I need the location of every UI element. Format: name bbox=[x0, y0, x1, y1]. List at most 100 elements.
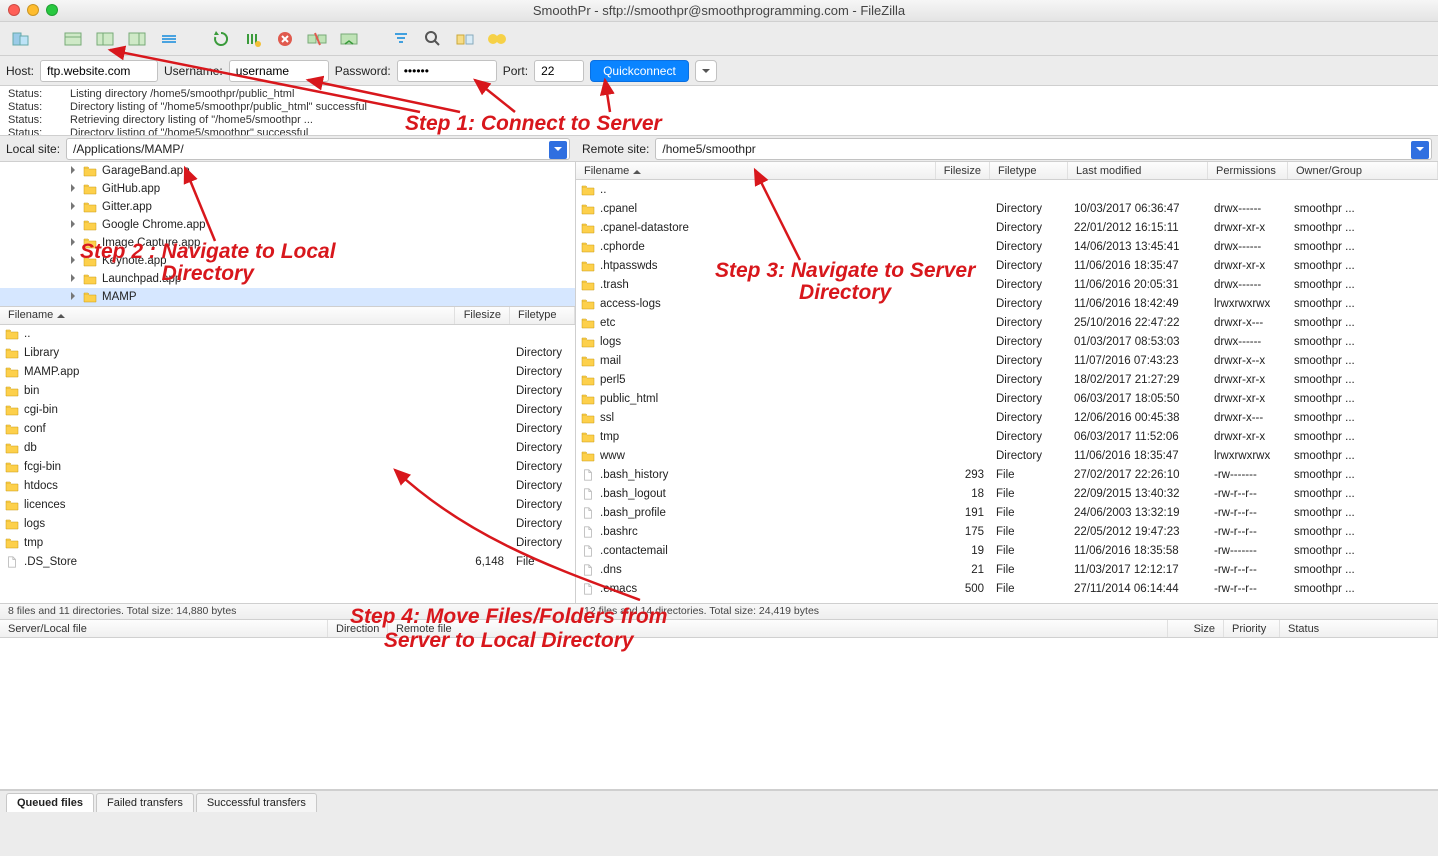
toggle-local-tree-icon[interactable] bbox=[92, 27, 118, 51]
file-row[interactable]: htdocs Directory bbox=[0, 477, 575, 496]
file-row[interactable]: etc Directory 25/10/2016 22:47:22 drwxr-… bbox=[576, 313, 1438, 332]
col-size[interactable]: Size bbox=[1168, 620, 1224, 637]
file-row[interactable]: logs Directory bbox=[0, 515, 575, 534]
file-row[interactable]: tmp Directory bbox=[0, 534, 575, 553]
chevron-down-icon[interactable] bbox=[1411, 141, 1429, 159]
queue-header[interactable]: Server/Local file Direction Remote file … bbox=[0, 620, 1438, 638]
file-row[interactable]: .bash_history 293 File 27/02/2017 22:26:… bbox=[576, 465, 1438, 484]
disconnect-icon[interactable] bbox=[304, 27, 330, 51]
sync-browse-icon[interactable] bbox=[484, 27, 510, 51]
local-file-list[interactable]: Filename Filesize Filetype .. Library Di… bbox=[0, 307, 576, 605]
tree-item[interactable]: GarageBand.app bbox=[0, 162, 575, 180]
file-row[interactable]: .htpasswds Directory 11/06/2016 18:35:47… bbox=[576, 256, 1438, 275]
local-site-combo[interactable]: /Applications/MAMP/ bbox=[66, 138, 570, 160]
tree-item[interactable]: Launchpad.app bbox=[0, 270, 575, 288]
toggle-log-icon[interactable] bbox=[60, 27, 86, 51]
col-filename[interactable]: Filename bbox=[0, 307, 455, 324]
expand-arrow-icon[interactable] bbox=[68, 201, 82, 213]
col-direction[interactable]: Direction bbox=[328, 620, 388, 637]
minimize-window-icon[interactable] bbox=[27, 4, 39, 16]
file-row[interactable]: .bashrc 175 File 22/05/2012 19:47:23 -rw… bbox=[576, 522, 1438, 541]
remote-list-header[interactable]: Filename Filesize Filetype Last modified… bbox=[576, 162, 1438, 180]
file-row[interactable]: cgi-bin Directory bbox=[0, 401, 575, 420]
file-row[interactable]: mail Directory 11/07/2016 07:43:23 drwxr… bbox=[576, 351, 1438, 370]
col-priority[interactable]: Priority bbox=[1224, 620, 1280, 637]
file-row[interactable]: access-logs Directory 11/06/2016 18:42:4… bbox=[576, 294, 1438, 313]
file-row[interactable]: public_html Directory 06/03/2017 18:05:5… bbox=[576, 389, 1438, 408]
expand-arrow-icon[interactable] bbox=[68, 165, 82, 177]
file-row[interactable]: ssl Directory 12/06/2016 00:45:38 drwxr-… bbox=[576, 408, 1438, 427]
site-manager-icon[interactable] bbox=[8, 27, 34, 51]
quickconnect-history-dropdown[interactable] bbox=[695, 60, 717, 82]
chevron-down-icon[interactable] bbox=[549, 141, 567, 159]
reconnect-icon[interactable] bbox=[336, 27, 362, 51]
remote-file-list[interactable]: Filename Filesize Filetype Last modified… bbox=[576, 162, 1438, 604]
host-input[interactable] bbox=[40, 60, 158, 82]
file-row[interactable]: .cpanel-datastore Directory 22/01/2012 1… bbox=[576, 218, 1438, 237]
file-row[interactable]: Library Directory bbox=[0, 344, 575, 363]
file-row[interactable]: fcgi-bin Directory bbox=[0, 458, 575, 477]
toggle-remote-tree-icon[interactable] bbox=[124, 27, 150, 51]
traffic-lights[interactable] bbox=[8, 4, 58, 16]
file-row[interactable]: perl5 Directory 18/02/2017 21:27:29 drwx… bbox=[576, 370, 1438, 389]
col-modified[interactable]: Last modified bbox=[1068, 162, 1208, 179]
tree-item[interactable]: Image Capture.app bbox=[0, 234, 575, 252]
file-row[interactable]: logs Directory 01/03/2017 08:53:03 drwx-… bbox=[576, 332, 1438, 351]
tree-item[interactable]: GitHub.app bbox=[0, 180, 575, 198]
cancel-icon[interactable] bbox=[272, 27, 298, 51]
col-remote-file[interactable]: Remote file bbox=[388, 620, 1168, 637]
expand-arrow-icon[interactable] bbox=[68, 255, 82, 267]
col-filetype[interactable]: Filetype bbox=[510, 307, 575, 324]
tab-queued-files[interactable]: Queued files bbox=[6, 793, 94, 812]
file-row[interactable]: .. bbox=[0, 325, 575, 344]
expand-arrow-icon[interactable] bbox=[68, 219, 82, 231]
file-row[interactable]: .. bbox=[576, 180, 1438, 199]
file-row[interactable]: .cphorde Directory 14/06/2013 13:45:41 d… bbox=[576, 237, 1438, 256]
username-input[interactable] bbox=[229, 60, 329, 82]
file-row[interactable]: MAMP.app Directory bbox=[0, 363, 575, 382]
col-server-local[interactable]: Server/Local file bbox=[0, 620, 328, 637]
col-status[interactable]: Status bbox=[1280, 620, 1438, 637]
file-row[interactable]: bin Directory bbox=[0, 382, 575, 401]
refresh-icon[interactable] bbox=[208, 27, 234, 51]
process-queue-icon[interactable] bbox=[240, 27, 266, 51]
col-filename[interactable]: Filename bbox=[576, 162, 936, 179]
quickconnect-button[interactable]: Quickconnect bbox=[590, 60, 689, 82]
col-filesize[interactable]: Filesize bbox=[936, 162, 990, 179]
expand-arrow-icon[interactable] bbox=[68, 183, 82, 195]
message-log[interactable]: Status:Listing directory /home5/smoothpr… bbox=[0, 86, 1438, 136]
file-row[interactable]: licences Directory bbox=[0, 496, 575, 515]
close-window-icon[interactable] bbox=[8, 4, 20, 16]
file-row[interactable]: www Directory 11/06/2016 18:35:47 lrwxrw… bbox=[576, 446, 1438, 465]
file-row[interactable]: tmp Directory 06/03/2017 11:52:06 drwxr-… bbox=[576, 427, 1438, 446]
file-row[interactable]: .bash_profile 191 File 24/06/2003 13:32:… bbox=[576, 503, 1438, 522]
col-filesize[interactable]: Filesize bbox=[455, 307, 510, 324]
file-row[interactable]: .contactemail 19 File 11/06/2016 18:35:5… bbox=[576, 541, 1438, 560]
port-input[interactable] bbox=[534, 60, 584, 82]
tree-item[interactable]: Google Chrome.app bbox=[0, 216, 575, 234]
tree-item[interactable]: MAMP bbox=[0, 288, 575, 306]
tree-item[interactable]: Gitter.app bbox=[0, 198, 575, 216]
expand-arrow-icon[interactable] bbox=[68, 273, 82, 285]
file-row[interactable]: conf Directory bbox=[0, 420, 575, 439]
search-icon[interactable] bbox=[420, 27, 446, 51]
file-row[interactable]: .bash_logout 18 File 22/09/2015 13:40:32… bbox=[576, 484, 1438, 503]
file-row[interactable]: .cpanel Directory 10/03/2017 06:36:47 dr… bbox=[576, 199, 1438, 218]
file-row[interactable]: .dns 21 File 11/03/2017 12:12:17 -rw-r--… bbox=[576, 560, 1438, 579]
toggle-queue-icon[interactable] bbox=[156, 27, 182, 51]
tab-successful-transfers[interactable]: Successful transfers bbox=[196, 793, 317, 812]
compare-dirs-icon[interactable] bbox=[452, 27, 478, 51]
tab-failed-transfers[interactable]: Failed transfers bbox=[96, 793, 194, 812]
col-owner[interactable]: Owner/Group bbox=[1288, 162, 1438, 179]
transfer-queue[interactable]: Server/Local file Direction Remote file … bbox=[0, 620, 1438, 790]
expand-arrow-icon[interactable] bbox=[68, 291, 82, 303]
file-row[interactable]: .trash Directory 11/06/2016 20:05:31 drw… bbox=[576, 275, 1438, 294]
filter-icon[interactable] bbox=[388, 27, 414, 51]
zoom-window-icon[interactable] bbox=[46, 4, 58, 16]
remote-site-combo[interactable]: /home5/smoothpr bbox=[655, 138, 1432, 160]
file-row[interactable]: .emacs 500 File 27/11/2014 06:14:44 -rw-… bbox=[576, 579, 1438, 598]
tree-item[interactable]: Keynote.app bbox=[0, 252, 575, 270]
col-filetype[interactable]: Filetype bbox=[990, 162, 1068, 179]
expand-arrow-icon[interactable] bbox=[68, 237, 82, 249]
password-input[interactable] bbox=[397, 60, 497, 82]
